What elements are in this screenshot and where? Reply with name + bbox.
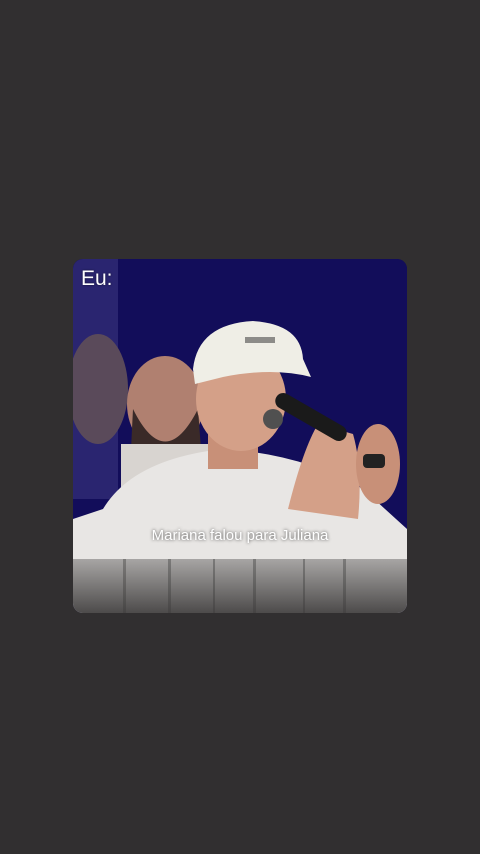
video-frame[interactable]: Eu: Mariana falou para Juliana (73, 259, 407, 613)
overlay-label: Eu: (81, 267, 113, 290)
video-caption: Mariana falou para Juliana (151, 527, 329, 544)
bottom-fade (73, 559, 407, 613)
